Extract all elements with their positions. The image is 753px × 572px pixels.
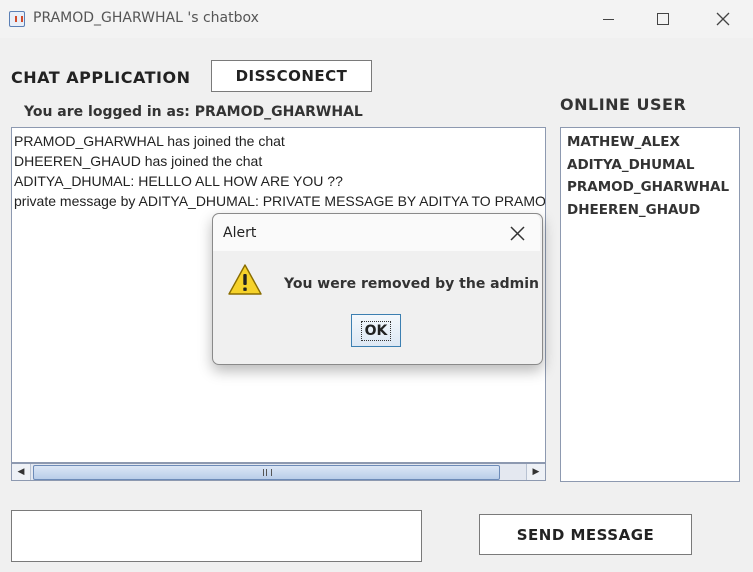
online-user-item[interactable]: PRAMOD_GHARWHAL	[561, 176, 739, 199]
close-icon	[509, 225, 525, 241]
app-heading: CHAT APPLICATION	[11, 68, 191, 87]
scroll-right-button[interactable]: ▶	[526, 464, 545, 480]
window-title: PRAMOD_GHARWHAL 's chatbox	[33, 10, 259, 26]
send-message-button[interactable]: SEND MESSAGE	[479, 514, 692, 555]
message-input[interactable]	[11, 510, 422, 562]
chat-message: ADITYA_DHUMAL: HELLLO ALL HOW ARE YOU ??	[14, 173, 343, 189]
chat-message: PRAMOD_GHARWHAL has joined the chat	[14, 133, 285, 149]
window-title-bar: PRAMOD_GHARWHAL 's chatbox	[0, 0, 753, 38]
alert-close-button[interactable]	[504, 220, 530, 246]
minimize-icon	[602, 18, 614, 20]
online-user-item[interactable]: MATHEW_ALEX	[561, 131, 739, 154]
chat-horizontal-scrollbar[interactable]: ◀ ▶	[11, 463, 546, 481]
online-user-item[interactable]: ADITYA_DHUMAL	[561, 154, 739, 177]
java-app-icon	[9, 11, 25, 27]
grip-icon	[263, 469, 272, 476]
online-user-item[interactable]: DHEEREN_GHAUD	[561, 199, 739, 222]
close-window-button[interactable]	[700, 0, 746, 38]
logged-in-label: You are logged in as: PRAMOD_GHARWHAL	[24, 104, 363, 120]
chat-message: DHEEREN_GHAUD has joined the chat	[14, 153, 263, 169]
alert-title: Alert	[223, 225, 257, 241]
minimize-button[interactable]	[585, 0, 631, 38]
scrollbar-thumb[interactable]	[33, 465, 500, 480]
maximize-icon	[657, 13, 669, 25]
ok-button-label: OK	[360, 320, 392, 341]
maximize-button[interactable]	[640, 0, 686, 38]
ok-button[interactable]: OK	[351, 314, 401, 347]
scroll-left-button[interactable]: ◀	[12, 464, 31, 480]
close-icon	[716, 12, 730, 26]
alert-message: You were removed by the admin	[284, 276, 540, 292]
disconnect-button[interactable]: DISSCONECT	[211, 60, 372, 92]
chat-message: private message by ADITYA_DHUMAL: PRIVAT…	[14, 193, 546, 209]
alert-dialog: Alert You were removed by the admin OK	[212, 213, 543, 365]
online-users-title: ONLINE USER	[560, 95, 687, 114]
online-users-list[interactable]: MATHEW_ALEX ADITYA_DHUMAL PRAMOD_GHARWHA…	[560, 127, 740, 482]
alert-title-bar: Alert	[213, 214, 540, 251]
warning-icon	[228, 264, 262, 295]
